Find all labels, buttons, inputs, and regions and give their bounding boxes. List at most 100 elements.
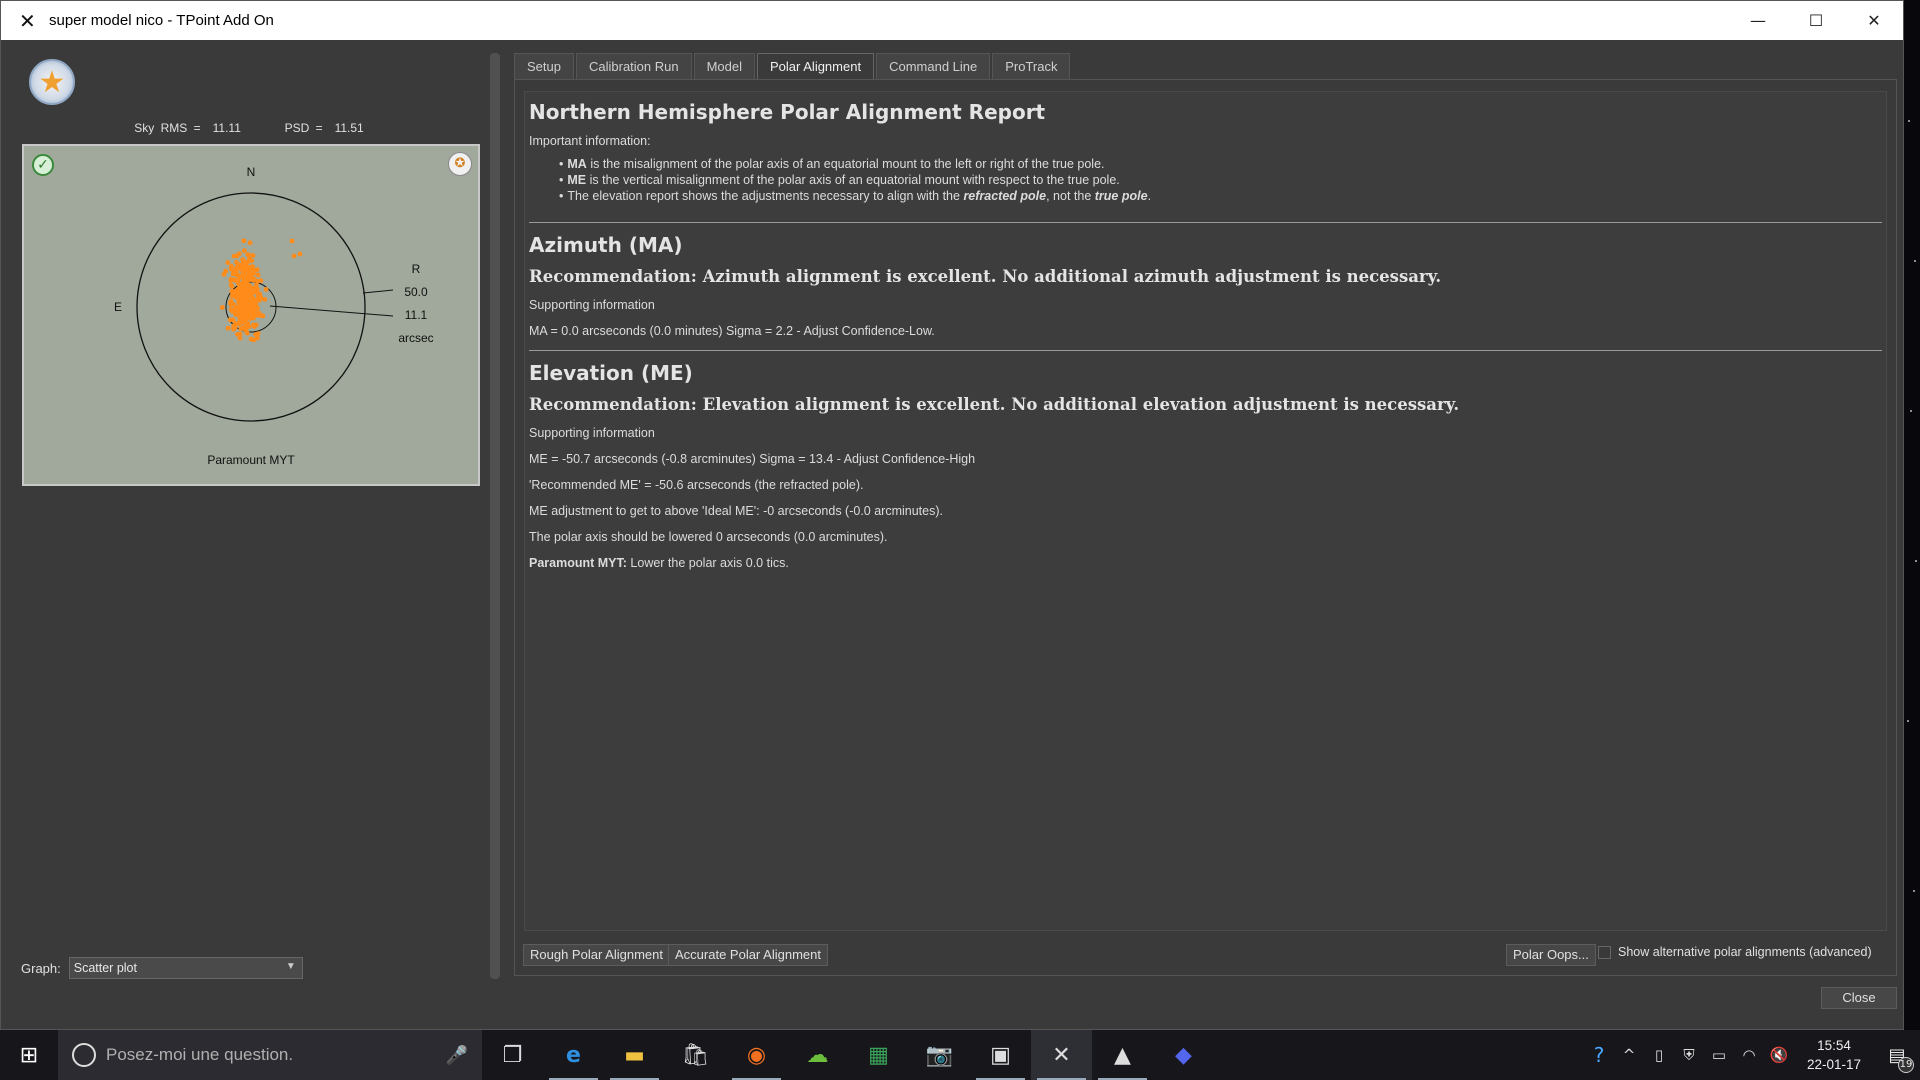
scatter-point bbox=[235, 331, 240, 337]
divider bbox=[529, 222, 1882, 223]
scatter-point bbox=[233, 265, 239, 271]
usb-icon[interactable]: ▯ bbox=[1644, 1046, 1674, 1064]
scatter-point bbox=[253, 332, 259, 337]
north-label: N bbox=[247, 165, 256, 179]
azimuth-recommendation: Recommendation: Azimuth alignment is exc… bbox=[529, 267, 1442, 286]
firefox-icon[interactable]: ◉ bbox=[726, 1030, 787, 1080]
app-green-icon[interactable]: ☁ bbox=[787, 1030, 848, 1080]
help-icon[interactable]: ? bbox=[1584, 1043, 1614, 1067]
rms-summary: Sky RMS = 11.11 PSD = 11.51 bbox=[9, 121, 489, 135]
recommended-me: 'Recommended ME' = -50.6 arcseconds (the… bbox=[529, 478, 864, 492]
scatter-point bbox=[219, 305, 225, 310]
graph-type-select[interactable]: Scatter plot ▼ bbox=[68, 957, 303, 979]
inner-leader-line bbox=[269, 305, 394, 317]
report-title: Northern Hemisphere Polar Alignment Repo… bbox=[529, 100, 1046, 124]
minimize-button[interactable]: — bbox=[1729, 1, 1787, 40]
clock-time: 15:54 bbox=[1817, 1038, 1851, 1053]
scatter-point bbox=[250, 287, 256, 293]
scatter-point bbox=[251, 322, 256, 328]
scatter-point bbox=[225, 260, 231, 265]
report-view: Northern Hemisphere Polar Alignment Repo… bbox=[524, 91, 1887, 931]
scatter-point bbox=[238, 314, 244, 320]
sky-rms-label: Sky RMS = bbox=[134, 121, 201, 135]
wifi-icon[interactable]: ◠ bbox=[1734, 1046, 1764, 1064]
divider bbox=[529, 350, 1882, 351]
speaker-muted-icon[interactable]: 🔇 bbox=[1764, 1046, 1794, 1064]
windows-start-icon[interactable]: ⊞ bbox=[0, 1030, 58, 1080]
alt-alignments-checkbox[interactable]: Show alternative polar alignments (advan… bbox=[1598, 945, 1872, 959]
close-button[interactable]: Close bbox=[1821, 987, 1897, 1009]
microphone-icon[interactable]: 🎤 bbox=[446, 1045, 468, 1066]
scatter-point bbox=[228, 266, 234, 272]
east-label: E bbox=[114, 300, 122, 314]
left-panel: ★ Sky RMS = 11.11 PSD = 11.51 N E R 50.0 1… bbox=[9, 41, 489, 1021]
psd-value: 11.51 bbox=[334, 121, 364, 135]
list-item: ME is the vertical misalignment of the p… bbox=[559, 172, 1882, 188]
tab-setup[interactable]: Setup bbox=[514, 53, 574, 79]
battery-icon[interactable]: ▭ bbox=[1704, 1046, 1734, 1064]
task-view-icon[interactable]: ❐ bbox=[482, 1030, 543, 1080]
tab-polar-alignment[interactable]: Polar Alignment bbox=[757, 53, 875, 79]
scatter-point bbox=[246, 252, 252, 258]
clock[interactable]: 15:54 22-01-17 bbox=[1794, 1036, 1874, 1074]
app-logo-icon: ✕ bbox=[19, 8, 36, 33]
mount-instruction-text: Lower the polar axis 0.0 tics. bbox=[626, 556, 789, 570]
notification-center-icon[interactable]: ▤ 19 bbox=[1874, 1030, 1920, 1080]
elevation-note-mid: , not the bbox=[1046, 189, 1095, 203]
unit-label: arcsec bbox=[398, 331, 433, 345]
scatter-point bbox=[243, 313, 249, 319]
scatter-point bbox=[241, 326, 246, 331]
scatter-point bbox=[251, 276, 257, 282]
scatter-point bbox=[262, 297, 268, 302]
tab-command-line[interactable]: Command Line bbox=[876, 53, 991, 79]
close-window-button[interactable]: ✕ bbox=[1845, 1, 1903, 40]
sky-rms-value: 11.11 bbox=[212, 121, 241, 135]
scatter-point bbox=[257, 291, 263, 297]
important-heading: Important information: bbox=[529, 134, 651, 148]
checkbox-box[interactable] bbox=[1598, 945, 1611, 959]
search-placeholder: Posez-moi une question. bbox=[106, 1045, 294, 1064]
taskbar: ⊞ Posez-moi une question. 🎤 ❐ e ▬ 🛍 ◉ ☁ … bbox=[0, 1030, 1920, 1080]
elevation-heading: Elevation (ME) bbox=[529, 361, 693, 385]
splitter-handle[interactable] bbox=[490, 53, 500, 979]
cortana-icon bbox=[72, 1043, 96, 1067]
theskyx-icon[interactable]: ✕ bbox=[1031, 1030, 1092, 1080]
edge-browser-icon[interactable]: e bbox=[543, 1030, 604, 1080]
system-tray: ? ^ ▯ ⛨ ▭ ◠ 🔇 15:54 22-01-17 ▤ 19 bbox=[1584, 1030, 1920, 1080]
titlebar[interactable]: ✕ super model nico - TPoint Add On — ☐ ✕ bbox=[1, 1, 1903, 40]
me-adjustment: ME adjustment to get to above 'Ideal ME'… bbox=[529, 504, 943, 518]
accurate-polar-alignment-button[interactable]: Accurate Polar Alignment bbox=[668, 944, 828, 966]
maximize-button[interactable]: ☐ bbox=[1787, 1, 1845, 40]
tab-protrack[interactable]: ProTrack bbox=[992, 53, 1071, 79]
chevron-up-icon[interactable]: ^ bbox=[1614, 1046, 1644, 1064]
camera-icon[interactable]: 📷 bbox=[909, 1030, 970, 1080]
photos-icon[interactable]: ▲ bbox=[1092, 1030, 1153, 1080]
polar-oops-button[interactable]: Polar Oops... bbox=[1506, 944, 1596, 966]
elevation-supporting-label: Supporting information bbox=[529, 426, 655, 440]
graph-select-value: Scatter plot bbox=[73, 961, 137, 975]
rough-polar-alignment-button[interactable]: Rough Polar Alignment bbox=[523, 944, 670, 966]
scatter-point bbox=[254, 282, 259, 287]
cortana-search[interactable]: Posez-moi une question. 🎤 bbox=[58, 1030, 482, 1080]
alt-alignments-label: Show alternative polar alignments (advan… bbox=[1618, 945, 1872, 959]
scatter-point bbox=[247, 240, 253, 246]
check-icon: ✓ bbox=[32, 154, 54, 176]
spreadsheet-icon[interactable]: ▦ bbox=[848, 1030, 909, 1080]
settings-star-icon[interactable]: ✪ bbox=[448, 152, 472, 176]
scatter-point bbox=[250, 315, 256, 321]
ma-definition: is the misalignment of the polar axis of… bbox=[586, 157, 1105, 171]
scatter-point bbox=[234, 306, 239, 312]
store-icon[interactable]: 🛍 bbox=[665, 1030, 726, 1080]
scatter-point bbox=[238, 303, 244, 309]
tab-model[interactable]: Model bbox=[693, 53, 756, 79]
azimuth-supporting-label: Supporting information bbox=[529, 298, 655, 312]
file-explorer-icon[interactable]: ▬ bbox=[604, 1030, 665, 1080]
diamond-app-icon[interactable]: ◆ bbox=[1153, 1030, 1214, 1080]
scatter-plot-svg: N E R 50.0 11.1 arcsec Paramount MYT bbox=[114, 165, 434, 467]
outer-leader-line bbox=[362, 289, 394, 294]
tab-calibration-run[interactable]: Calibration Run bbox=[575, 53, 692, 79]
scatter-point bbox=[238, 273, 244, 279]
scatter-point bbox=[253, 301, 258, 307]
shield-icon[interactable]: ⛨ bbox=[1674, 1046, 1704, 1064]
astro-app-icon[interactable]: ▣ bbox=[970, 1030, 1031, 1080]
